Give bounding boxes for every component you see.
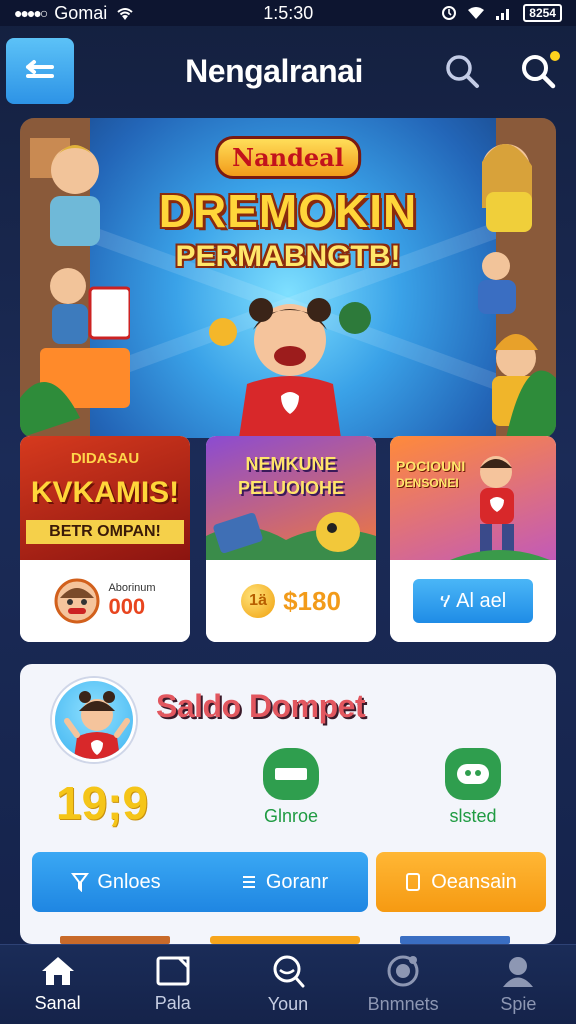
wallet-avatar xyxy=(52,678,136,762)
wallet-stat-1[interactable]: Glnroe xyxy=(236,748,346,827)
wallet-balance: 19;9 xyxy=(56,777,149,829)
nav-item-youn[interactable]: Youn xyxy=(233,954,343,1015)
promo-card-2-title: NEMKUNE xyxy=(245,454,337,474)
notification-search-button[interactable] xyxy=(520,51,560,89)
next-section-peek xyxy=(60,936,510,944)
badge-icon xyxy=(387,955,419,987)
wallet-stat-2[interactable]: slsted xyxy=(418,748,528,827)
search-icon xyxy=(446,55,479,88)
profile-icon xyxy=(503,957,534,987)
character-avatar-icon xyxy=(54,578,100,624)
notification-dot xyxy=(549,51,560,61)
promo-card-1-footer: Aborinum 000 xyxy=(20,560,190,642)
promo-card-2[interactable]: NEMKUNE PELUOIOHE 1ä $180 xyxy=(206,436,376,642)
hero-subtitle: PERMABNGTB! xyxy=(175,240,401,273)
promo-card-2-footer: 1ä $180 xyxy=(206,560,376,642)
status-right: 8254 xyxy=(441,4,562,22)
page-title: Nengalranai xyxy=(185,52,363,89)
bottom-navigation: Sanal Pala Youn Bnmnets Spie xyxy=(0,944,576,1024)
promo-card-1-badge-label: Aborinum xyxy=(108,582,156,594)
cell-signal-icon xyxy=(496,9,510,20)
nav-label-youn: Youn xyxy=(267,994,309,1014)
nav-label-sanal: Sanal xyxy=(34,993,81,1013)
wallet-button-goranr-label: Goranr xyxy=(265,870,329,893)
promo-card-3[interactable]: POCIOUNI DENSONEI ሃ Al ael xyxy=(390,436,556,642)
promo-card-3-character xyxy=(450,456,550,560)
promo-card-1-art: DIDASAU KVKAMIS! BETR OMPAN! xyxy=(20,436,190,560)
header-actions xyxy=(444,51,570,89)
promo-card-3-art: POCIOUNI DENSONEI xyxy=(390,436,556,560)
filter-icon xyxy=(71,873,90,892)
status-left: ●●●●○ Gomai xyxy=(14,3,135,24)
wallet-stat-2-icon xyxy=(445,748,501,800)
nav-item-pala[interactable]: Pala xyxy=(118,955,228,1014)
home-icon xyxy=(41,957,74,985)
carrier-name: Gomai xyxy=(54,2,108,23)
wallet-title: Saldo Dompet xyxy=(156,688,366,724)
wallet-stat-1-label: Glnroe xyxy=(263,806,319,826)
hero-title: DREMOKIN xyxy=(158,185,418,237)
promo-card-1-tag: DIDASAU xyxy=(70,450,140,467)
promo-card-2-art: NEMKUNE PELUOIOHE xyxy=(206,436,376,560)
nav-item-sanal[interactable]: Sanal xyxy=(3,955,113,1014)
left-characters-art xyxy=(20,118,130,438)
battery-indicator: 8254 xyxy=(523,4,562,22)
wallet-button-gnloes-label: Gnloes xyxy=(97,870,161,893)
hero-mascot-art xyxy=(209,298,371,438)
wallet-button-goranr[interactable]: Goranr xyxy=(200,871,368,894)
phone-icon xyxy=(406,873,421,891)
wallet-button-gnloes[interactable]: Gnloes xyxy=(32,871,200,894)
nav-label-spie: Spie xyxy=(500,994,537,1014)
right-characters-art xyxy=(478,118,556,438)
wifi-status-icon xyxy=(468,7,485,19)
alarm-icon xyxy=(442,6,457,20)
coin-icon: 1ä xyxy=(241,584,276,618)
promo-card-2-value: $180 xyxy=(283,585,341,616)
nav-label-pala: Pala xyxy=(154,993,191,1013)
search-nav-icon xyxy=(273,955,305,988)
hero-banner[interactable]: Nandeal DREMOKIN PERMABNGTB! xyxy=(20,118,556,438)
promo-card-1[interactable]: DIDASAU KVKAMIS! BETR OMPAN! Aborinum 00… xyxy=(20,436,190,642)
wallet-button-oeansain[interactable]: Oeansain xyxy=(376,852,546,912)
promo-card-1-title: KVKAMIS! xyxy=(30,476,180,509)
nav-label-bnmnets: Bnmnets xyxy=(367,994,439,1014)
wallet-button-oeansain-label: Oeansain xyxy=(431,870,517,893)
back-arrow-icon xyxy=(26,60,54,78)
wallet-stat-2-label: slsted xyxy=(449,806,497,826)
promo-card-3-footer: ሃ Al ael xyxy=(390,560,556,642)
nav-item-spie[interactable]: Spie xyxy=(463,954,573,1015)
back-button[interactable] xyxy=(6,38,74,104)
status-bar: ●●●●○ Gomai 1:5:30 8254 xyxy=(0,0,576,26)
hero-brand-badge: Nandeal xyxy=(215,136,361,179)
wallet-main-button-group: Gnloes Goranr xyxy=(32,852,368,912)
promo-card-1-stats: Aborinum 000 xyxy=(108,582,155,620)
wallet-stat-1-icon xyxy=(263,748,319,800)
wallet-card: Saldo Dompet 19;9 Glnroe slsted Gnloes G… xyxy=(20,664,556,944)
promo-card-1-subtitle: BETR OMPAN! xyxy=(26,520,184,544)
wallet-mascot-icon xyxy=(64,691,130,759)
promo-card-1-value: 000 xyxy=(108,594,146,619)
search-button[interactable] xyxy=(444,53,480,89)
transfer-icon xyxy=(242,876,255,888)
app-header: Nengalranai xyxy=(0,32,576,110)
wifi-icon xyxy=(117,8,133,20)
nav-item-bnmnets[interactable]: Bnmnets xyxy=(348,954,458,1015)
promo-card-3-button[interactable]: ሃ Al ael xyxy=(413,579,533,623)
status-time: 1:5:30 xyxy=(263,2,314,23)
signal-dots-icon: ●●●●○ xyxy=(14,5,48,21)
promo-card-2-scene xyxy=(206,512,376,560)
card-icon xyxy=(156,956,190,986)
